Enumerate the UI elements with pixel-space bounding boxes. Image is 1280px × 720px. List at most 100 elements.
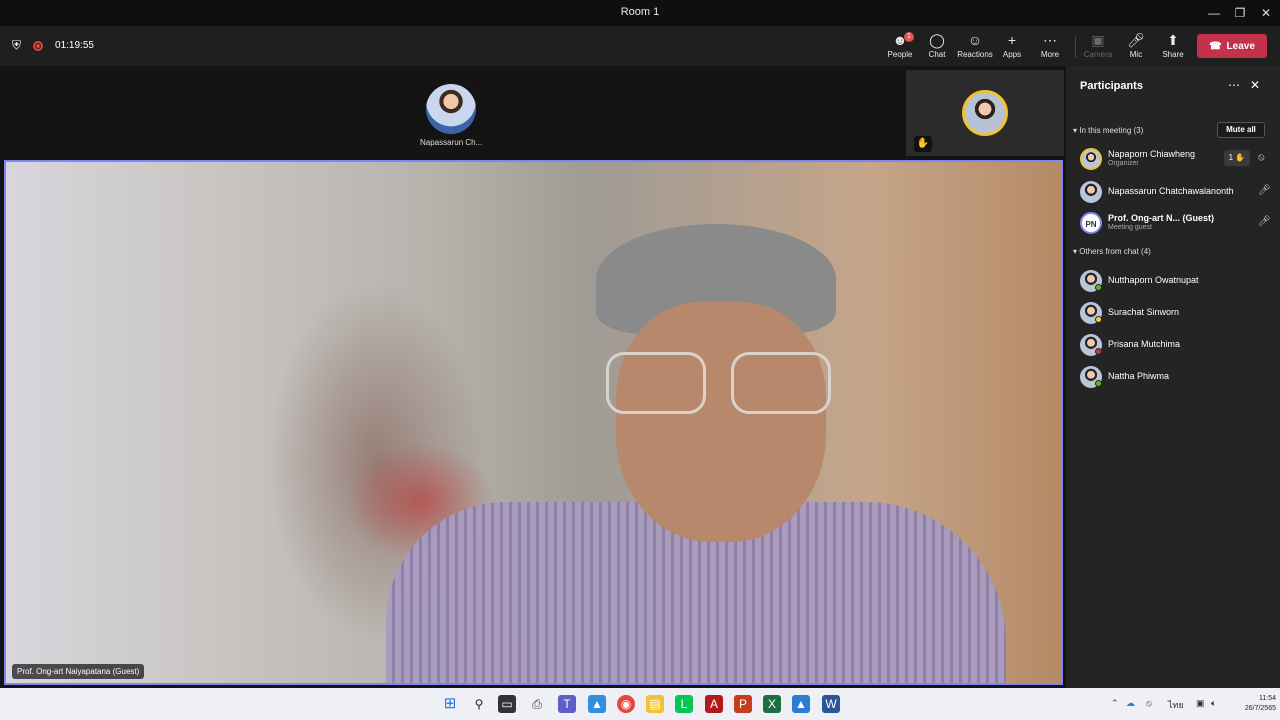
share-icon: ⬆ <box>1167 32 1179 48</box>
avatar-initials: PN <box>1080 212 1102 234</box>
raised-hand-badge: 1 ✋ <box>1224 150 1250 166</box>
minimize-button[interactable]: — <box>1200 0 1228 26</box>
participant-tile[interactable]: Napassarun Ch... <box>420 84 482 147</box>
mic-button[interactable]: 🎤︎ Mic <box>1118 30 1154 64</box>
toolbar-divider <box>1075 36 1076 58</box>
people-button[interactable]: ☻ 1 People <box>882 30 918 68</box>
glasses-lens-left <box>606 352 706 414</box>
start-icon[interactable]: ⊞ <box>441 695 459 713</box>
in-meeting-section[interactable]: ▾ In this meeting (3) <box>1073 126 1143 135</box>
others-label: Others from chat (4) <box>1079 247 1151 256</box>
presence-busy-icon <box>1095 348 1102 355</box>
mic-icon: 🎤︎ <box>1258 216 1271 227</box>
participant-name: Napaporn Chiawheng <box>1108 149 1196 159</box>
search-icon[interactable]: ⚲ <box>470 695 488 713</box>
in-meeting-label: In this meeting (3) <box>1079 126 1144 135</box>
self-avatar <box>962 90 1008 136</box>
video-subject-glasses <box>606 352 836 422</box>
chat-label: Chat <box>928 50 946 59</box>
mic-off-icon: 🎤︎ <box>1127 32 1145 48</box>
powerpoint-icon[interactable]: P <box>734 695 752 713</box>
raised-hand-icon: ✋ <box>914 136 932 152</box>
participant-row[interactable]: Napaporn Chiawheng Organizer 1 ✋ ⦸ <box>1080 146 1270 172</box>
main-video[interactable]: Prof. Ong-art Naiyapatana (Guest) <box>4 160 1063 685</box>
share-button[interactable]: ⬆ Share <box>1155 30 1191 64</box>
camera-label: Camera <box>1083 50 1113 59</box>
reactions-label: Reactions <box>957 50 993 59</box>
cloud-icon[interactable]: ☁ <box>1126 698 1135 709</box>
plus-icon: + <box>1007 32 1017 48</box>
shield-icon: ⛨ <box>12 38 22 52</box>
more-button[interactable]: ⋯ More <box>1032 30 1068 64</box>
panel-close-icon[interactable]: ✕ <box>1250 78 1260 92</box>
participant-name: Nattha Phiwma <box>1108 371 1170 381</box>
raised-hand-icon: ✋ <box>1235 153 1246 162</box>
video-name-label: Prof. Ong-art Naiyapatana (Guest) <box>12 664 145 679</box>
clock-time: 11:54 <box>1259 695 1276 702</box>
word-icon[interactable]: W <box>822 695 840 713</box>
phone-hangup-icon: ☎ <box>1209 40 1222 52</box>
participant-name: Surachat Sinworn <box>1108 307 1180 317</box>
clock[interactable]: 11:54 26/7/2565 <box>1228 694 1276 714</box>
camera-button[interactable]: ▣ Camera <box>1080 30 1116 64</box>
picture-app-icon[interactable]: ▲ <box>792 695 810 713</box>
glasses-lens-right <box>731 352 831 414</box>
mic-off-icon[interactable]: ⦸ <box>1146 698 1152 709</box>
meeting-timer: 01:19:55 <box>55 40 94 51</box>
volume-icon[interactable]: 🔈︎ <box>1211 698 1216 709</box>
participant-row[interactable]: Prisana Mutchima <box>1080 332 1270 358</box>
mute-all-button[interactable]: Mute all <box>1217 122 1265 138</box>
participant-row[interactable]: Napassarun Chatchawalanonth 🎤︎ <box>1080 179 1271 205</box>
others-section[interactable]: ▾ Others from chat (4) <box>1073 247 1151 256</box>
leave-button[interactable]: ☎ Leave <box>1197 34 1267 58</box>
reactions-button[interactable]: ☺ Reactions <box>957 30 993 68</box>
window-title: Room 1 <box>620 6 660 18</box>
close-window-button[interactable]: ✕ <box>1252 0 1280 26</box>
teams-icon[interactable]: T <box>558 695 576 713</box>
presence-available-icon <box>1095 380 1102 387</box>
leave-label: Leave <box>1226 40 1255 52</box>
excel-icon[interactable]: X <box>763 695 781 713</box>
input-language[interactable]: ไทย <box>1168 698 1184 712</box>
mic-off-icon: ⦸ <box>1258 152 1265 163</box>
apps-label: Apps <box>1002 50 1022 59</box>
participants-panel: Participants ⋯ ✕ ▾ In this meeting (3) M… <box>1066 66 1280 688</box>
title-bar: Room 1 — ❐ ✕ <box>0 0 1280 26</box>
participant-tile-name: Napassarun Ch... <box>420 138 483 147</box>
chrome-icon[interactable]: ◉ <box>617 695 635 713</box>
photos-icon[interactable]: ▲ <box>588 695 606 713</box>
mic-label: Mic <box>1129 50 1143 59</box>
video-subject-face <box>616 302 826 542</box>
line-icon[interactable]: L <box>675 695 693 713</box>
participant-name: Napassarun Chatchawalanonth <box>1108 186 1234 196</box>
chat-button[interactable]: ◯ Chat <box>919 30 955 64</box>
printer-icon[interactable]: ⎙ <box>528 695 546 713</box>
restore-button[interactable]: ❐ <box>1226 0 1254 26</box>
presence-away-icon <box>1095 316 1102 323</box>
meeting-toolbar: ⛨ 01:19:55 ☻ 1 People ◯ Chat ☺ Reactions… <box>0 26 1280 68</box>
avatar <box>1080 181 1102 203</box>
share-label: Share <box>1162 50 1184 59</box>
file-explorer-icon[interactable]: ▤ <box>646 695 664 713</box>
participant-row[interactable]: Nattha Phiwma <box>1080 364 1270 390</box>
participant-row[interactable]: Nutthaporn Owatnupat <box>1080 268 1270 294</box>
self-view-tile[interactable]: ✋ <box>906 70 1064 156</box>
chevron-up-icon[interactable]: ⌃ <box>1111 698 1119 709</box>
windows-taskbar: ⊞ ⚲ ▭ ⎙ T ▲ ◉ ▤ L A P X ▲ W ⌃ ☁ ⦸ ไทย ▣ … <box>0 688 1280 720</box>
apps-button[interactable]: + Apps <box>994 30 1030 64</box>
task-view-icon[interactable]: ▭ <box>498 695 516 713</box>
presence-available-icon <box>1095 284 1102 291</box>
network-icon[interactable]: ▣ <box>1196 698 1205 709</box>
participant-name: Prof. Ong-art N... (Guest) <box>1108 213 1215 223</box>
reactions-icon: ☺ <box>967 32 983 48</box>
hand-count: 1 <box>1228 153 1234 162</box>
participant-row[interactable]: PN Prof. Ong-art N... (Guest) Meeting gu… <box>1080 210 1271 236</box>
recording-icon <box>33 40 44 51</box>
more-icon: ⋯ <box>1043 32 1057 48</box>
panel-more-icon[interactable]: ⋯ <box>1228 78 1240 92</box>
acrobat-icon[interactable]: A <box>705 695 723 713</box>
more-label: More <box>1040 50 1060 59</box>
avatar <box>426 84 476 134</box>
participant-row[interactable]: Surachat Sinworn <box>1080 300 1270 326</box>
clock-date: 26/7/2565 <box>1244 705 1276 712</box>
